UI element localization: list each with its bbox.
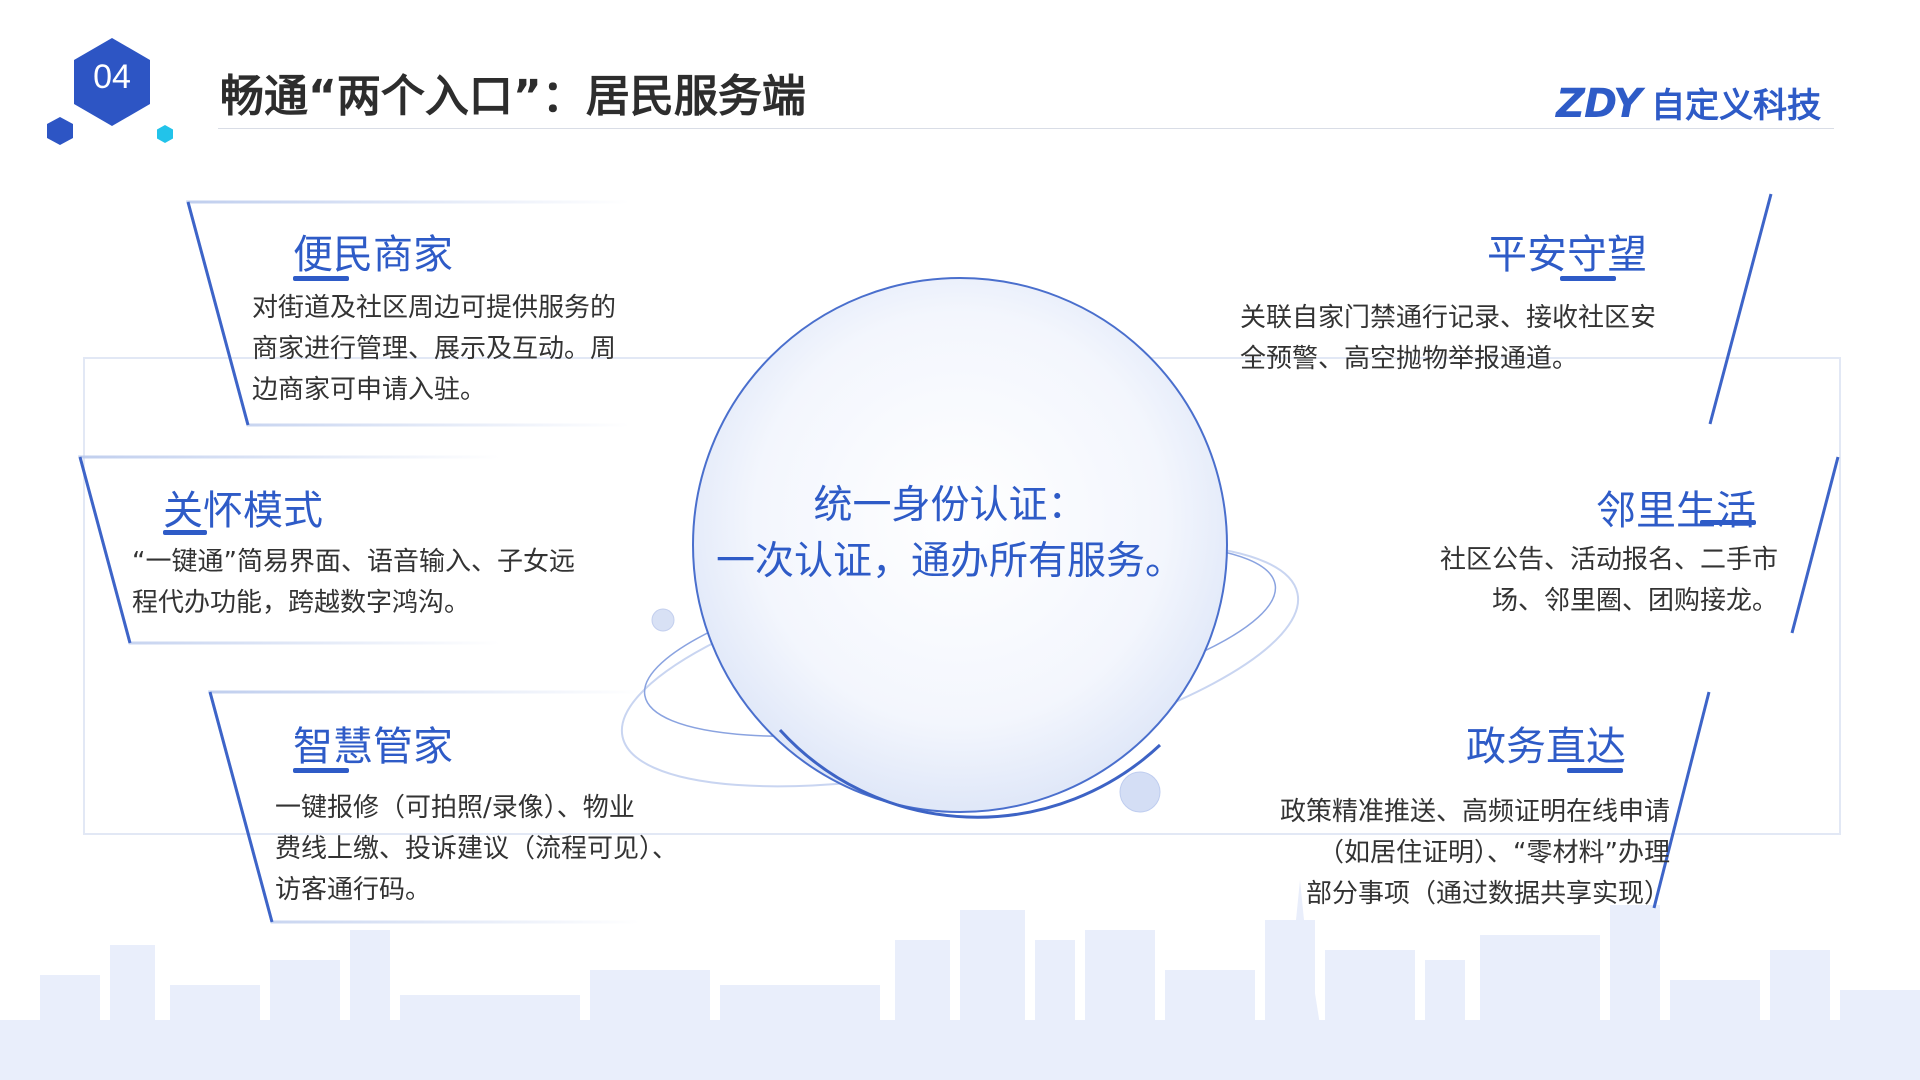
card-desc-care: “一键通”简易界面、语音输入、子女远 程代办功能，跨越数字鸿沟。 — [132, 542, 652, 624]
desc-line: （如居住证明）、“零材料”办理 — [1318, 838, 1670, 868]
desc-line: 全预警、高空抛物举报通道。 — [1240, 344, 1579, 374]
brand-logo: ZDY 自定义科技 — [1556, 78, 1821, 127]
card-title-butler: 智慧管家 — [293, 724, 453, 770]
desc-line: 场、邻里圈、团购接龙。 — [1491, 586, 1778, 616]
header-divider — [218, 128, 1834, 129]
card-underline-gov — [1567, 768, 1623, 773]
brand-logo-en: ZDY — [1556, 81, 1642, 127]
card-title-merchant: 便民商家 — [293, 232, 453, 278]
desc-line: 部分事项（通过数据共享实现） — [1305, 879, 1670, 909]
card-desc-gov: 政策精准推送、高频证明在线申请 （如居住证明）、“零材料”办理 部分事项（通过数… — [1220, 792, 1670, 915]
card-title-neighbor: 邻里生活 — [1596, 488, 1756, 534]
card-desc-merchant: 对街道及社区周边可提供服务的 商家进行管理、展示及互动。周 边商家可申请入驻。 — [252, 288, 652, 411]
section-number: 04 — [93, 58, 131, 96]
desc-line: 费线上缴、投诉建议（流程可见）、 — [275, 834, 679, 864]
card-title-gov: 政务直达 — [1466, 724, 1626, 770]
card-underline-care — [163, 530, 207, 535]
card-desc-butler: 一键报修（可拍照/录像）、物业 费线上缴、投诉建议（流程可见）、 访客通行码。 — [275, 788, 735, 911]
card-underline-safety — [1560, 276, 1616, 281]
desc-line: 程代办功能，跨越数字鸿沟。 — [132, 588, 471, 618]
desc-line: “一键通”简易界面、语音输入、子女远 — [132, 547, 575, 577]
desc-line: 政策精准推送、高频证明在线申请 — [1279, 797, 1670, 827]
card-underline-butler — [293, 768, 349, 773]
center-statement: 统一身份认证： 一次认证，通办所有服务。 — [680, 478, 1220, 590]
card-underline-merchant — [293, 276, 349, 281]
desc-line: 对街道及社区周边可提供服务的 — [252, 293, 617, 323]
card-desc-neighbor: 社区公告、活动报名、二手市 场、邻里圈、团购接龙。 — [1330, 540, 1778, 622]
desc-line: 商家进行管理、展示及互动。周 — [252, 334, 617, 364]
center-line-2: 一次认证，通办所有服务。 — [715, 539, 1184, 584]
small-hex-icon — [47, 117, 73, 145]
card-title-care: 关怀模式 — [163, 488, 323, 534]
cyan-hex-icon — [157, 125, 173, 143]
brand-logo-cn: 自定义科技 — [1651, 86, 1822, 126]
card-underline-neighbor — [1700, 520, 1756, 525]
desc-line: 社区公告、活动报名、二手市 — [1439, 545, 1778, 575]
desc-line: 边商家可申请入驻。 — [252, 375, 487, 405]
desc-line: 一键报修（可拍照/录像）、物业 — [275, 793, 635, 823]
page-title: 畅通“两个入口”：居民服务端 — [220, 71, 806, 122]
card-desc-safety: 关联自家门禁通行记录、接收社区安 全预警、高空抛物举报通道。 — [1240, 298, 1710, 380]
center-line-1: 统一身份认证： — [813, 483, 1087, 528]
card-title-safety: 平安守望 — [1487, 232, 1647, 278]
desc-line: 关联自家门禁通行记录、接收社区安 — [1240, 303, 1657, 333]
desc-line: 访客通行码。 — [275, 875, 432, 905]
